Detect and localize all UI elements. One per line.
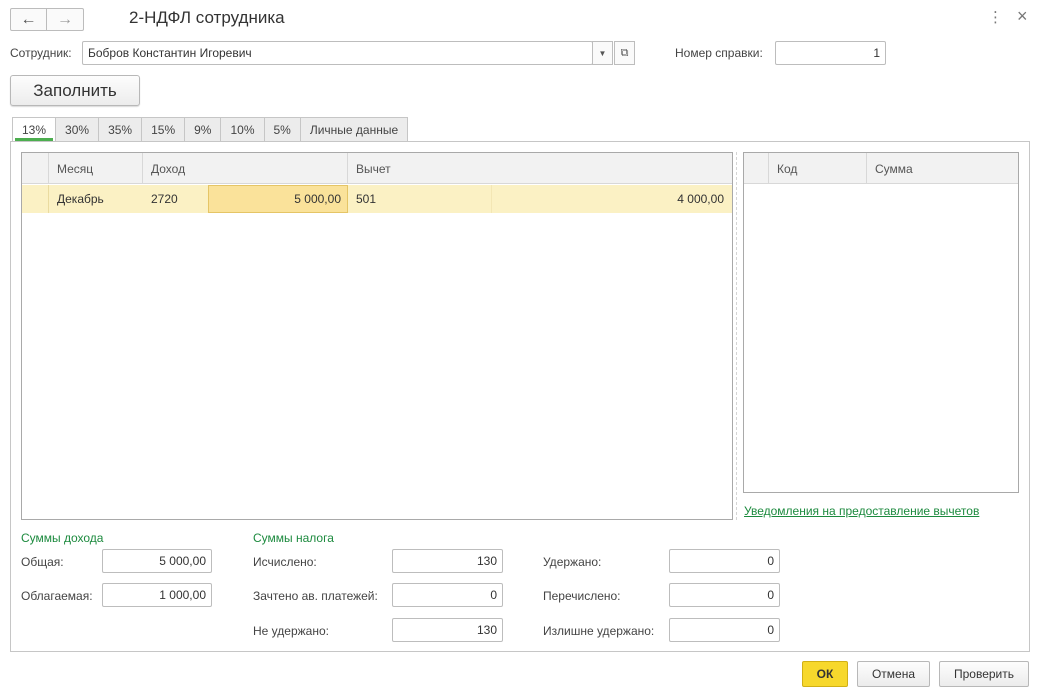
- employee-dropdown-button[interactable]: ▼: [592, 41, 613, 65]
- deduction-notifications-link[interactable]: Уведомления на предоставление вычетов: [744, 504, 979, 518]
- column-code[interactable]: Код: [769, 153, 867, 184]
- employee-open-button[interactable]: ⧉: [614, 41, 635, 65]
- column-sum[interactable]: Сумма: [867, 153, 1018, 184]
- deduction-sum-cell[interactable]: 4 000,00: [493, 185, 730, 213]
- calculated-tax-field[interactable]: 130: [392, 549, 503, 573]
- withheld-field[interactable]: 0: [669, 549, 780, 573]
- row-marker-header: [22, 153, 49, 184]
- arrow-left-icon: ←: [20, 10, 37, 28]
- income-table[interactable]: Месяц Доход Вычет Декабрь 2720 5 000,00 …: [21, 152, 733, 520]
- certificate-number-field[interactable]: 1: [775, 41, 886, 65]
- tab-9[interactable]: 9%: [184, 117, 222, 142]
- cancel-button[interactable]: Отмена: [857, 661, 930, 687]
- column-deduction[interactable]: Вычет: [348, 153, 732, 184]
- employee-field[interactable]: Бобров Константин Игоревич: [82, 41, 593, 65]
- advance-payments-field[interactable]: 0: [392, 583, 503, 607]
- not-withheld-label: Не удержано:: [253, 624, 329, 638]
- close-icon[interactable]: ×: [1017, 6, 1028, 27]
- taxable-income-field[interactable]: 1 000,00: [102, 583, 212, 607]
- overwithheld-field[interactable]: 0: [669, 618, 780, 642]
- overwithheld-label: Излишне удержано:: [543, 624, 655, 638]
- taxable-income-label: Облагаемая:: [21, 589, 93, 603]
- transferred-field[interactable]: 0: [669, 583, 780, 607]
- fill-button[interactable]: Заполнить: [10, 75, 140, 106]
- transferred-label: Перечислено:: [543, 589, 621, 603]
- tab-personal-data[interactable]: Личные данные: [299, 117, 409, 142]
- tab-5[interactable]: 5%: [263, 117, 301, 142]
- chevron-down-icon: ▼: [598, 48, 607, 58]
- forward-button[interactable]: →: [47, 8, 84, 31]
- employee-label: Сотрудник:: [10, 46, 72, 60]
- back-button[interactable]: ←: [10, 8, 47, 31]
- month-cell[interactable]: Декабрь: [51, 185, 143, 213]
- tab-10[interactable]: 10%: [220, 117, 265, 142]
- code-table-header: Код Сумма: [744, 153, 1018, 184]
- income-sum-cell[interactable]: 5 000,00: [208, 185, 348, 213]
- tax-rate-tabs: 13% 30% 35% 15% 9% 10% 5% Личные данные: [12, 117, 409, 142]
- tab-30[interactable]: 30%: [55, 117, 100, 142]
- calculated-tax-label: Исчислено:: [253, 555, 317, 569]
- column-month[interactable]: Месяц: [49, 153, 143, 184]
- income-code-cell[interactable]: 2720: [145, 185, 207, 213]
- check-button[interactable]: Проверить: [939, 661, 1029, 687]
- income-sums-heading: Суммы дохода: [21, 531, 104, 545]
- table-row[interactable]: Декабрь 2720 5 000,00 501 4 000,00: [22, 185, 732, 213]
- tax-sums-heading: Суммы налога: [253, 531, 334, 545]
- total-income-label: Общая:: [21, 555, 64, 569]
- tab-15[interactable]: 15%: [141, 117, 186, 142]
- open-icon: ⧉: [620, 46, 629, 59]
- advance-payments-label: Зачтено ав. платежей:: [253, 589, 378, 603]
- deduction-code-cell[interactable]: 501: [350, 185, 492, 213]
- income-table-header: Месяц Доход Вычет: [22, 153, 732, 184]
- code-table[interactable]: Код Сумма: [743, 152, 1019, 493]
- page-title: 2-НДФЛ сотрудника: [129, 8, 285, 27]
- not-withheld-field[interactable]: 130: [392, 618, 503, 642]
- row-marker-header: [744, 153, 769, 184]
- panel-splitter[interactable]: [736, 152, 737, 520]
- ok-button[interactable]: ОК: [802, 661, 848, 687]
- row-marker: [22, 185, 49, 213]
- column-income[interactable]: Доход: [143, 153, 348, 184]
- more-menu-icon[interactable]: ⋮: [988, 8, 1003, 26]
- tab-13[interactable]: 13%: [12, 117, 57, 142]
- certificate-number-label: Номер справки:: [675, 46, 763, 60]
- tab-35[interactable]: 35%: [98, 117, 143, 142]
- arrow-right-icon: →: [57, 10, 73, 28]
- withheld-label: Удержано:: [543, 555, 602, 569]
- total-income-field[interactable]: 5 000,00: [102, 549, 212, 573]
